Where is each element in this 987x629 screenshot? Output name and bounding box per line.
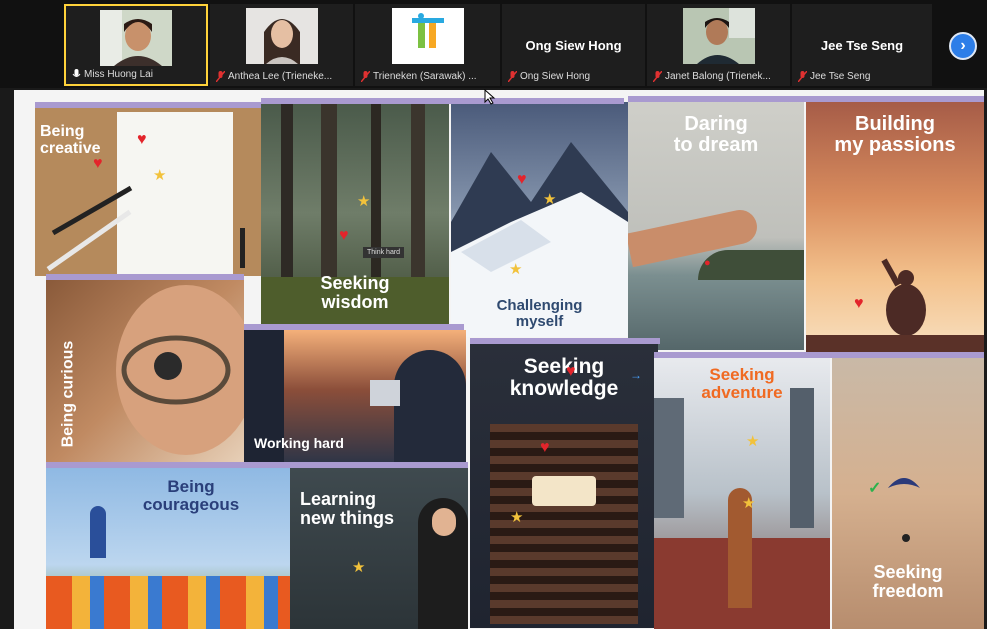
divider-bar bbox=[244, 324, 464, 330]
card-seeking-wisdom: Think hard Seeking wisdom ★ ♥ bbox=[261, 102, 449, 324]
card-label: Being curious bbox=[59, 340, 77, 448]
card-label: Seeking freedom bbox=[872, 562, 944, 601]
sticker-note: Think hard bbox=[363, 247, 405, 258]
mic-muted-icon bbox=[361, 70, 370, 82]
star-icon: ★ bbox=[153, 167, 167, 184]
heart-icon: ♥ bbox=[93, 155, 103, 172]
card-label: Being creative bbox=[40, 123, 101, 157]
card-label: Seeking adventure bbox=[701, 365, 783, 402]
star-icon: ★ bbox=[509, 261, 523, 278]
participant-caption: Jee Tse Seng bbox=[798, 69, 928, 83]
card-label: Working hard bbox=[254, 435, 344, 451]
participant-name: Trieneken (Sarawak) ... bbox=[373, 70, 477, 82]
heart-icon: ● bbox=[704, 257, 711, 269]
participant-tile-2[interactable]: Anthea Lee (Trieneke... bbox=[210, 4, 353, 86]
divider-bar bbox=[46, 462, 468, 468]
participant-video bbox=[682, 8, 755, 64]
participant-display-name: Jee Tse Seng bbox=[820, 38, 904, 53]
arrow-right-icon: → bbox=[630, 368, 642, 382]
card-being-creative: Being creative ♥ ♥ ★ bbox=[35, 108, 261, 276]
participant-name: Anthea Lee (Trieneke... bbox=[228, 70, 333, 82]
heart-icon: ♥ bbox=[137, 131, 147, 148]
divider-bar bbox=[628, 96, 984, 102]
heart-icon: ♥ bbox=[540, 439, 550, 456]
participant-tile-3[interactable]: Trieneken (Sarawak) ... bbox=[355, 4, 500, 86]
participant-caption: Janet Balong (Trienek... bbox=[653, 69, 786, 83]
divider-bar bbox=[654, 352, 984, 358]
card-building-my-passions: Building my passions ♥ bbox=[806, 100, 984, 353]
card-label: Being courageous bbox=[142, 477, 240, 514]
card-seeking-knowledge: Seeking knowledge ♥ ♥ ★ → bbox=[470, 344, 658, 628]
participant-name: Jee Tse Seng bbox=[810, 70, 871, 82]
next-page-button[interactable]: › bbox=[949, 32, 977, 60]
participant-video bbox=[100, 10, 172, 66]
card-challenging-myself: Challenging myself ♥ ★ ★ bbox=[451, 102, 628, 337]
star-icon: ★ bbox=[746, 433, 760, 450]
company-logo bbox=[391, 8, 464, 64]
divider-bar bbox=[470, 338, 660, 344]
divider-bar bbox=[46, 274, 244, 280]
participant-strip: Miss Huong Lai Anthea Lee (Trieneke... T… bbox=[0, 0, 987, 88]
heart-icon: ♥ bbox=[566, 363, 576, 380]
participant-caption: Miss Huong Lai bbox=[72, 67, 202, 81]
participant-caption: Trieneken (Sarawak) ... bbox=[361, 69, 496, 83]
participant-display-name: Ong Siew Hong bbox=[525, 38, 622, 53]
card-working-hard: Working hard bbox=[244, 330, 466, 463]
shared-screen-board: Being creative ♥ ♥ ★ Think hard Seeking … bbox=[14, 90, 984, 629]
star-icon: ★ bbox=[510, 509, 524, 526]
heart-icon: ♥ bbox=[339, 227, 349, 244]
star-icon: ★ bbox=[742, 495, 756, 512]
star-icon: ★ bbox=[352, 559, 366, 576]
card-being-curious: Being curious bbox=[46, 280, 244, 464]
checkmark-icon: ✓ bbox=[868, 480, 882, 497]
heart-icon: ♥ bbox=[854, 295, 864, 312]
participant-name: Miss Huong Lai bbox=[84, 68, 153, 80]
heart-icon: ♥ bbox=[517, 171, 527, 188]
card-label: Daring to dream bbox=[673, 113, 759, 156]
card-label: Building my passions bbox=[834, 113, 956, 156]
mouse-cursor-icon bbox=[484, 89, 496, 105]
mic-muted-icon bbox=[798, 70, 807, 82]
participant-name: Janet Balong (Trienek... bbox=[665, 70, 771, 82]
participant-name: Ong Siew Hong bbox=[520, 70, 591, 82]
participant-video bbox=[245, 8, 318, 64]
participant-tile-5[interactable]: Janet Balong (Trienek... bbox=[647, 4, 790, 86]
divider-bar bbox=[35, 102, 261, 108]
card-daring-to-dream: Daring to dream ● bbox=[628, 100, 804, 350]
mic-muted-icon bbox=[653, 70, 662, 82]
mic-icon bbox=[72, 68, 81, 77]
card-learning-new-things: Learning new things ★ bbox=[290, 468, 468, 629]
card-label: Seeking wisdom bbox=[320, 273, 390, 312]
card-being-courageous: Being courageous bbox=[46, 468, 290, 629]
card-label: Learning new things bbox=[300, 489, 394, 528]
participant-caption: Anthea Lee (Trieneke... bbox=[216, 69, 349, 83]
card-seeking-freedom: Seeking freedom ✓ bbox=[832, 358, 984, 629]
mic-muted-icon bbox=[508, 70, 517, 82]
participant-caption: Ong Siew Hong bbox=[508, 69, 641, 83]
divider-bar bbox=[261, 98, 624, 104]
star-icon: ★ bbox=[543, 191, 557, 208]
card-label: Challenging myself bbox=[496, 297, 583, 330]
participant-tile-1[interactable]: Miss Huong Lai bbox=[64, 4, 208, 86]
star-icon: ★ bbox=[357, 193, 371, 210]
participant-tile-4[interactable]: Ong Siew Hong Ong Siew Hong bbox=[502, 4, 645, 86]
card-seeking-adventure: Seeking adventure ★ ★ bbox=[654, 358, 830, 629]
participant-tile-6[interactable]: Jee Tse Seng Jee Tse Seng bbox=[792, 4, 932, 86]
mic-muted-icon bbox=[216, 70, 225, 82]
chevron-right-icon: › bbox=[960, 37, 966, 54]
